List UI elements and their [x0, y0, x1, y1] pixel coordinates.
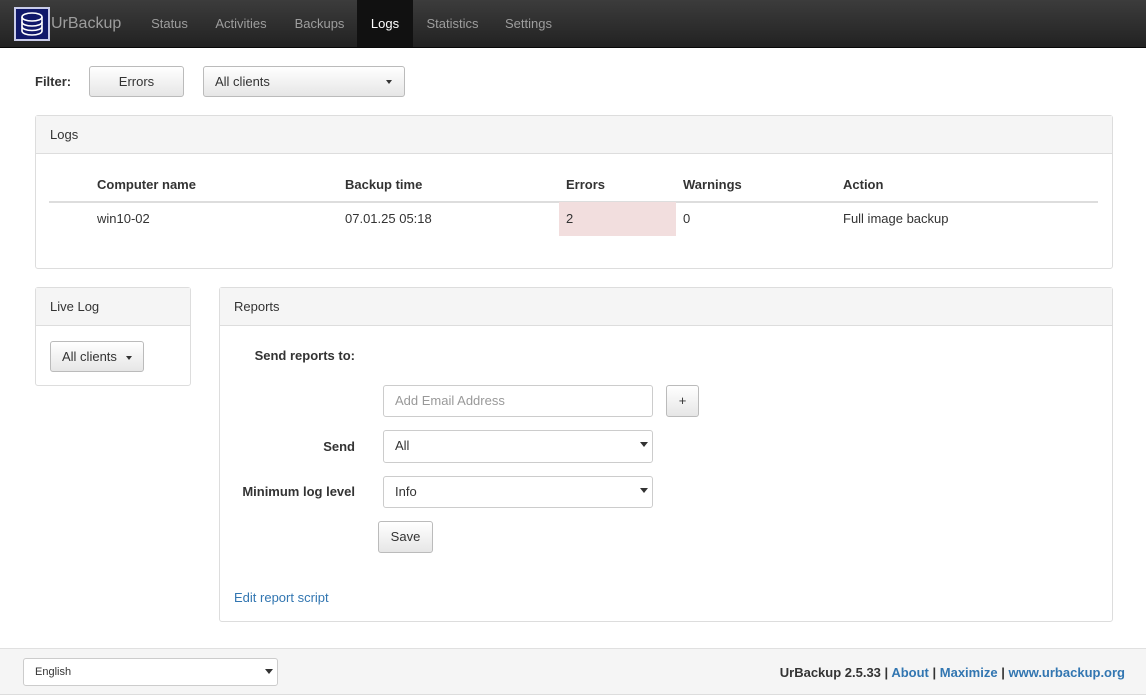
- nav-logs[interactable]: Logs: [357, 0, 413, 47]
- chevron-down-icon: [640, 488, 648, 493]
- footer-links: UrBackup 2.5.33 | About | Maximize | www…: [780, 665, 1125, 680]
- language-value: English: [35, 666, 72, 678]
- row-action: Full image backup: [843, 211, 949, 226]
- clients-filter-value: All clients: [215, 74, 270, 89]
- website-link[interactable]: www.urbackup.org: [1008, 665, 1125, 680]
- maximize-link[interactable]: Maximize: [940, 665, 998, 680]
- clients-filter-dropdown[interactable]: All clients: [203, 66, 405, 97]
- row-errors: 2: [566, 211, 574, 226]
- logs-panel-title: Logs: [36, 116, 1112, 154]
- row-warnings: 0: [683, 211, 691, 226]
- database-logo-icon: [14, 7, 50, 41]
- chevron-down-icon: [640, 442, 648, 447]
- log-level-value: Errors: [118, 74, 155, 89]
- about-link[interactable]: About: [891, 665, 929, 680]
- send-select-value: All: [395, 438, 410, 453]
- log-level-select[interactable]: Errors: [89, 66, 184, 97]
- error-cell-highlight: [559, 202, 676, 236]
- nav-backups[interactable]: Backups: [282, 0, 357, 47]
- top-navbar: UrBackup Status Activities Backups Logs …: [0, 0, 1146, 48]
- language-select[interactable]: English: [23, 658, 278, 686]
- min-log-level-label: Minimum log level: [242, 484, 355, 499]
- send-reports-label: Send reports to:: [254, 348, 355, 363]
- col-action[interactable]: Action: [843, 177, 883, 192]
- filter-label: Filter:: [35, 74, 72, 89]
- nav-statistics[interactable]: Statistics: [413, 0, 492, 47]
- col-warnings[interactable]: Warnings: [683, 177, 742, 192]
- min-log-level-select[interactable]: Info: [383, 476, 653, 508]
- caret-down-icon: [126, 356, 132, 360]
- row-computer: win10-02: [97, 211, 150, 226]
- live-log-title: Live Log: [36, 288, 190, 326]
- caret-down-icon: [386, 80, 392, 84]
- brand-name: UrBackup: [51, 15, 122, 32]
- row-time: 07.01.25 05:18: [345, 211, 432, 226]
- add-email-button[interactable]: +: [666, 385, 699, 417]
- col-backup-time[interactable]: Backup time: [345, 177, 422, 192]
- send-select[interactable]: All: [383, 430, 653, 463]
- brand[interactable]: UrBackup: [14, 7, 121, 41]
- chevron-down-icon: [265, 669, 273, 674]
- min-log-level-value: Info: [395, 484, 417, 499]
- nav-activities[interactable]: Activities: [200, 0, 282, 47]
- separator: |: [932, 665, 937, 680]
- save-button[interactable]: Save: [378, 521, 433, 553]
- separator: |: [884, 665, 889, 680]
- live-log-panel: Live Log All clients: [35, 287, 191, 386]
- reports-title: Reports: [220, 288, 1112, 326]
- send-label: Send: [323, 439, 355, 454]
- footer: English UrBackup 2.5.33 | About | Maximi…: [0, 648, 1146, 695]
- live-log-clients-label: All clients: [62, 349, 117, 364]
- nav-status[interactable]: Status: [139, 0, 200, 47]
- col-computer-name[interactable]: Computer name: [97, 177, 196, 192]
- edit-report-script-link[interactable]: Edit report script: [234, 590, 329, 605]
- separator: |: [1001, 665, 1005, 680]
- live-log-clients-button[interactable]: All clients: [50, 341, 144, 372]
- reports-panel: Reports Send reports to: Add Email Addre…: [219, 287, 1113, 622]
- version-text: UrBackup 2.5.33: [779, 665, 881, 680]
- nav-settings[interactable]: Settings: [492, 0, 565, 47]
- col-errors[interactable]: Errors: [566, 177, 605, 192]
- logs-panel: Logs Computer name Backup time Errors Wa…: [35, 115, 1113, 269]
- email-input[interactable]: Add Email Address: [383, 385, 653, 417]
